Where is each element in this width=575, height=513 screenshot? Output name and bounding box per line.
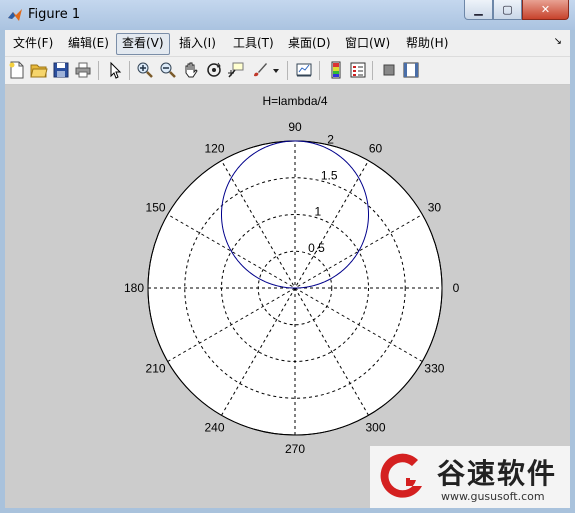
print-icon[interactable]: [74, 61, 92, 79]
angle-tick-label: 120: [204, 142, 224, 156]
window-title: Figure 1: [28, 7, 81, 22]
title-bar[interactable]: Figure 1 ▁ ▢ ✕: [0, 0, 575, 30]
save-icon[interactable]: [52, 61, 70, 79]
angle-tick-label: 180: [124, 281, 144, 295]
minimize-icon: ▁: [474, 3, 483, 16]
radial-tick-label: 1.5: [321, 168, 338, 182]
menu-desktop[interactable]: 桌面(D): [283, 33, 336, 53]
radial-tick-label: 2: [327, 132, 334, 146]
window-controls: ▁ ▢ ✕: [464, 0, 569, 20]
angle-tick-label: 0: [453, 281, 460, 295]
plot-title: H=lambda/4: [262, 94, 327, 108]
angle-tick-label: 30: [428, 201, 442, 215]
maximize-button[interactable]: ▢: [493, 0, 522, 20]
menu-bar: 文件(F) 编辑(E) 查看(V) 插入(I) 工具(T) 桌面(D) 窗口(W…: [5, 30, 570, 57]
toolbar-separator: [319, 61, 320, 80]
angle-tick-label: 210: [146, 362, 166, 376]
radial-tick-label: 0.5: [308, 241, 325, 255]
new-figure-icon[interactable]: [8, 61, 26, 79]
edit-plot-arrow-icon[interactable]: [106, 61, 124, 79]
angle-tick-label: 60: [369, 142, 383, 156]
close-icon: ✕: [540, 3, 551, 16]
insert-colorbar-icon[interactable]: [327, 61, 345, 79]
toolbar-separator: [98, 61, 99, 80]
watermark-url: www.gususoft.com: [441, 490, 545, 503]
rotate-3d-icon[interactable]: [205, 61, 223, 79]
menu-view[interactable]: 查看(V): [116, 33, 170, 55]
figure-window: Figure 1 ▁ ▢ ✕ 文件(F) 编辑(E) 查看(V) 插入(I) 工…: [0, 0, 575, 513]
menu-file[interactable]: 文件(F): [8, 33, 58, 53]
polar-plot[interactable]: 0.511.520306090120150180210240270300330 …: [5, 85, 570, 508]
angle-tick-label: 300: [365, 420, 385, 434]
toolbar-separator: [287, 61, 288, 80]
zoom-in-icon[interactable]: [136, 61, 154, 79]
menu-overflow-icon[interactable]: ↘: [554, 36, 562, 47]
menu-help[interactable]: 帮助(H): [401, 33, 453, 53]
angle-tick-label: 240: [204, 420, 224, 434]
minimize-button[interactable]: ▁: [464, 0, 493, 20]
angle-tick-label: 330: [424, 362, 444, 376]
figure-canvas[interactable]: 0.5 1 1.5 2 0 30 60 90 120 150 180 210 240 270 300 330 …: [5, 85, 570, 508]
angle-tick-label: 270: [285, 442, 305, 456]
hide-plot-tools-icon[interactable]: [380, 61, 398, 79]
radial-tick-label: 1: [314, 205, 321, 219]
menu-window[interactable]: 窗口(W): [340, 33, 395, 53]
brush-icon[interactable]: [251, 61, 269, 79]
toolbar: [5, 57, 570, 85]
toolbar-separator: [372, 61, 373, 80]
pan-hand-icon[interactable]: [182, 61, 200, 79]
insert-legend-icon[interactable]: [349, 61, 367, 79]
menu-insert[interactable]: 插入(I): [174, 33, 221, 53]
menu-edit[interactable]: 编辑(E): [63, 33, 114, 53]
angle-tick-label: 150: [146, 201, 166, 215]
link-plot-icon[interactable]: [295, 61, 313, 79]
data-cursor-icon[interactable]: [227, 61, 245, 79]
watermark-brand: 谷速软件: [437, 457, 558, 490]
maximize-icon: ▢: [502, 3, 513, 16]
brush-dropdown-icon[interactable]: [271, 61, 281, 79]
angle-tick-label: 90: [288, 120, 302, 134]
gususoft-logo: [380, 453, 422, 498]
show-plot-tools-icon[interactable]: [402, 61, 420, 79]
open-file-icon[interactable]: [30, 61, 48, 79]
menu-tools[interactable]: 工具(T): [228, 33, 279, 53]
zoom-out-icon[interactable]: [159, 61, 177, 79]
toolbar-separator: [129, 61, 130, 80]
close-button[interactable]: ✕: [522, 0, 569, 20]
matlab-logo-icon: [8, 9, 22, 21]
